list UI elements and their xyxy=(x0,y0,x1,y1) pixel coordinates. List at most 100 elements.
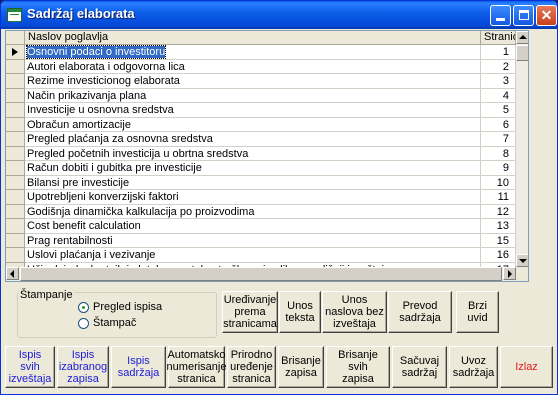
table-row[interactable]: Upotrebljeni konverzijski faktori 11 xyxy=(6,190,516,205)
cell-page-number[interactable]: 2 xyxy=(481,59,516,74)
cell-page-number[interactable]: 1 xyxy=(481,45,516,60)
row-selector[interactable] xyxy=(6,88,25,103)
table-row[interactable]: Uslovi plaćanja i vezivanje 16 xyxy=(6,248,516,263)
print-selected-record-button[interactable]: Ispis izabranog zapisa xyxy=(57,346,109,388)
table-row[interactable]: Prag rentabilnosti 15 xyxy=(6,233,516,248)
table-row[interactable]: Pregled početnih investicija u obrtna sr… xyxy=(6,146,516,161)
maximize-button[interactable] xyxy=(513,5,534,26)
cell-chapter-title-text: Osnovni podaci o investitoru xyxy=(25,45,167,59)
translate-contents-button[interactable]: Prevod sadržaja xyxy=(388,291,452,333)
cell-page-number[interactable]: 16 xyxy=(481,248,516,263)
cell-page-number[interactable]: 10 xyxy=(481,175,516,190)
row-selector[interactable] xyxy=(6,175,25,190)
quick-view-button[interactable]: Brzi uvid xyxy=(456,291,499,333)
row-selector[interactable] xyxy=(6,45,25,60)
row-selector[interactable] xyxy=(6,74,25,89)
table-row[interactable]: Račun dobiti i gubitka pre investicije 9 xyxy=(6,161,516,176)
scroll-left-button[interactable] xyxy=(6,267,19,280)
table-row[interactable]: Bilansi pre investicije 10 xyxy=(6,175,516,190)
grid-header: Naslov poglavlja Stranica xyxy=(6,31,516,45)
contents-grid[interactable]: Naslov poglavlja Stranica Osnovni podaci… xyxy=(5,30,529,282)
table-row[interactable]: Autori elaborata i odgovorna lica 2 xyxy=(6,59,516,74)
cell-chapter-title[interactable]: Rezime investicionog elaborata xyxy=(25,74,481,89)
auto-numbering-button[interactable]: Automatsko numerisanje stranica xyxy=(167,346,226,388)
row-selector[interactable] xyxy=(6,146,25,161)
cell-page-number[interactable]: 9 xyxy=(481,161,516,176)
cell-page-number[interactable]: 11 xyxy=(481,190,516,205)
cell-chapter-title[interactable]: Uslovi plaćanja i vezivanje xyxy=(25,248,481,263)
horizontal-scroll-thumb[interactable] xyxy=(20,267,502,281)
horizontal-scrollbar[interactable] xyxy=(6,267,516,281)
vertical-scroll-thumb[interactable] xyxy=(516,45,528,61)
scroll-down-button[interactable] xyxy=(516,254,528,267)
scroll-right-button[interactable] xyxy=(503,267,516,280)
cell-chapter-title[interactable]: Cost benefit calculation xyxy=(25,219,481,234)
row-selector[interactable] xyxy=(6,204,25,219)
table-row[interactable]: Pregled plaćanja za osnovna sredstva 7 xyxy=(6,132,516,147)
cell-chapter-title[interactable]: Godišnja dinamička kalkulacija po proizv… xyxy=(25,204,481,219)
delete-record-button[interactable]: Brisanje zapisa xyxy=(278,346,324,388)
enter-titles-button[interactable]: Unos naslova bez izveštaja xyxy=(322,291,387,333)
table-row[interactable]: Cost benefit calculation 13 xyxy=(6,219,516,234)
scroll-down-icon xyxy=(519,259,527,263)
table-row[interactable]: Rezime investicionog elaborata 3 xyxy=(6,74,516,89)
cell-chapter-title[interactable]: Autori elaborata i odgovorna lica xyxy=(25,59,481,74)
row-selector[interactable] xyxy=(6,132,25,147)
exit-button[interactable]: Izlaz xyxy=(500,346,553,388)
close-button[interactable]: ✕ xyxy=(536,5,557,26)
cell-chapter-title-text: Autori elaborata i odgovorna lica xyxy=(27,60,185,73)
cell-chapter-title[interactable]: Investicije u osnovna sredstva xyxy=(25,103,481,118)
cell-page-number[interactable]: 4 xyxy=(481,88,516,103)
print-all-reports-button[interactable]: Ispis svih izveštaja xyxy=(5,346,55,388)
radio-preview[interactable]: Pregled ispisa xyxy=(78,301,208,315)
enter-text-button[interactable]: Unos teksta xyxy=(279,291,321,333)
scroll-up-button[interactable] xyxy=(516,31,528,44)
minimize-button[interactable] xyxy=(490,5,511,26)
cell-chapter-title-text: Obračun amortizacije xyxy=(27,118,131,131)
print-contents-button[interactable]: Ispis sadržaja xyxy=(111,346,166,388)
row-selector[interactable] xyxy=(6,233,25,248)
row-selector[interactable] xyxy=(6,219,25,234)
table-row[interactable]: Osnovni podaci o investitoru 1 xyxy=(6,45,516,60)
row-selector[interactable] xyxy=(6,59,25,74)
natural-page-order-button[interactable]: Prirodno uređenje stranica xyxy=(227,346,276,388)
row-selector[interactable] xyxy=(6,190,25,205)
edit-by-pages-button[interactable]: Uređivanje prema stranicama xyxy=(222,291,278,333)
cell-page-number[interactable]: 7 xyxy=(481,132,516,147)
cell-page-number[interactable]: 6 xyxy=(481,117,516,132)
vertical-scrollbar[interactable] xyxy=(516,31,528,267)
cell-chapter-title[interactable]: Pregled plaćanja za osnovna sredstva xyxy=(25,132,481,147)
cell-chapter-title[interactable]: Bilansi pre investicije xyxy=(25,175,481,190)
row-selector[interactable] xyxy=(6,248,25,263)
table-row[interactable]: Način prikazivanja plana 4 xyxy=(6,88,516,103)
column-header-page[interactable]: Stranica xyxy=(481,31,516,45)
delete-all-records-button[interactable]: Brisanje svih zapisa xyxy=(326,346,390,388)
cell-page-number[interactable]: 12 xyxy=(481,204,516,219)
radio-printer-icon[interactable] xyxy=(78,318,89,329)
save-contents-button[interactable]: Sačuvaj sadržaj xyxy=(392,346,447,388)
radio-printer[interactable]: Štampač xyxy=(78,317,208,331)
table-row[interactable]: Godišnja dinamička kalkulacija po proizv… xyxy=(6,204,516,219)
cell-chapter-title[interactable]: Osnovni podaci o investitoru xyxy=(25,45,481,60)
cell-chapter-title-text: Način prikazivanja plana xyxy=(27,89,147,102)
cell-page-number[interactable]: 15 xyxy=(481,233,516,248)
cell-chapter-title[interactable]: Obračun amortizacije xyxy=(25,117,481,132)
radio-preview-icon[interactable] xyxy=(78,302,89,313)
row-selector[interactable] xyxy=(6,103,25,118)
title-bar[interactable]: Sadržaj elaborata ✕ xyxy=(1,1,557,29)
table-row[interactable]: Investicije u osnovna sredstva 5 xyxy=(6,103,516,118)
cell-chapter-title[interactable]: Račun dobiti i gubitka pre investicije xyxy=(25,161,481,176)
cell-page-number[interactable]: 8 xyxy=(481,146,516,161)
cell-page-number[interactable]: 13 xyxy=(481,219,516,234)
column-header-title[interactable]: Naslov poglavlja xyxy=(25,31,481,45)
cell-chapter-title[interactable]: Prag rentabilnosti xyxy=(25,233,481,248)
cell-chapter-title[interactable]: Način prikazivanja plana xyxy=(25,88,481,103)
import-contents-button[interactable]: Uvoz sadržaja xyxy=(449,346,498,388)
cell-page-number[interactable]: 5 xyxy=(481,103,516,118)
table-row[interactable]: Obračun amortizacije 6 xyxy=(6,117,516,132)
cell-page-number[interactable]: 3 xyxy=(481,74,516,89)
row-selector[interactable] xyxy=(6,117,25,132)
cell-chapter-title[interactable]: Upotrebljeni konverzijski faktori xyxy=(25,190,481,205)
cell-chapter-title[interactable]: Pregled početnih investicija u obrtna sr… xyxy=(25,146,481,161)
row-selector[interactable] xyxy=(6,161,25,176)
